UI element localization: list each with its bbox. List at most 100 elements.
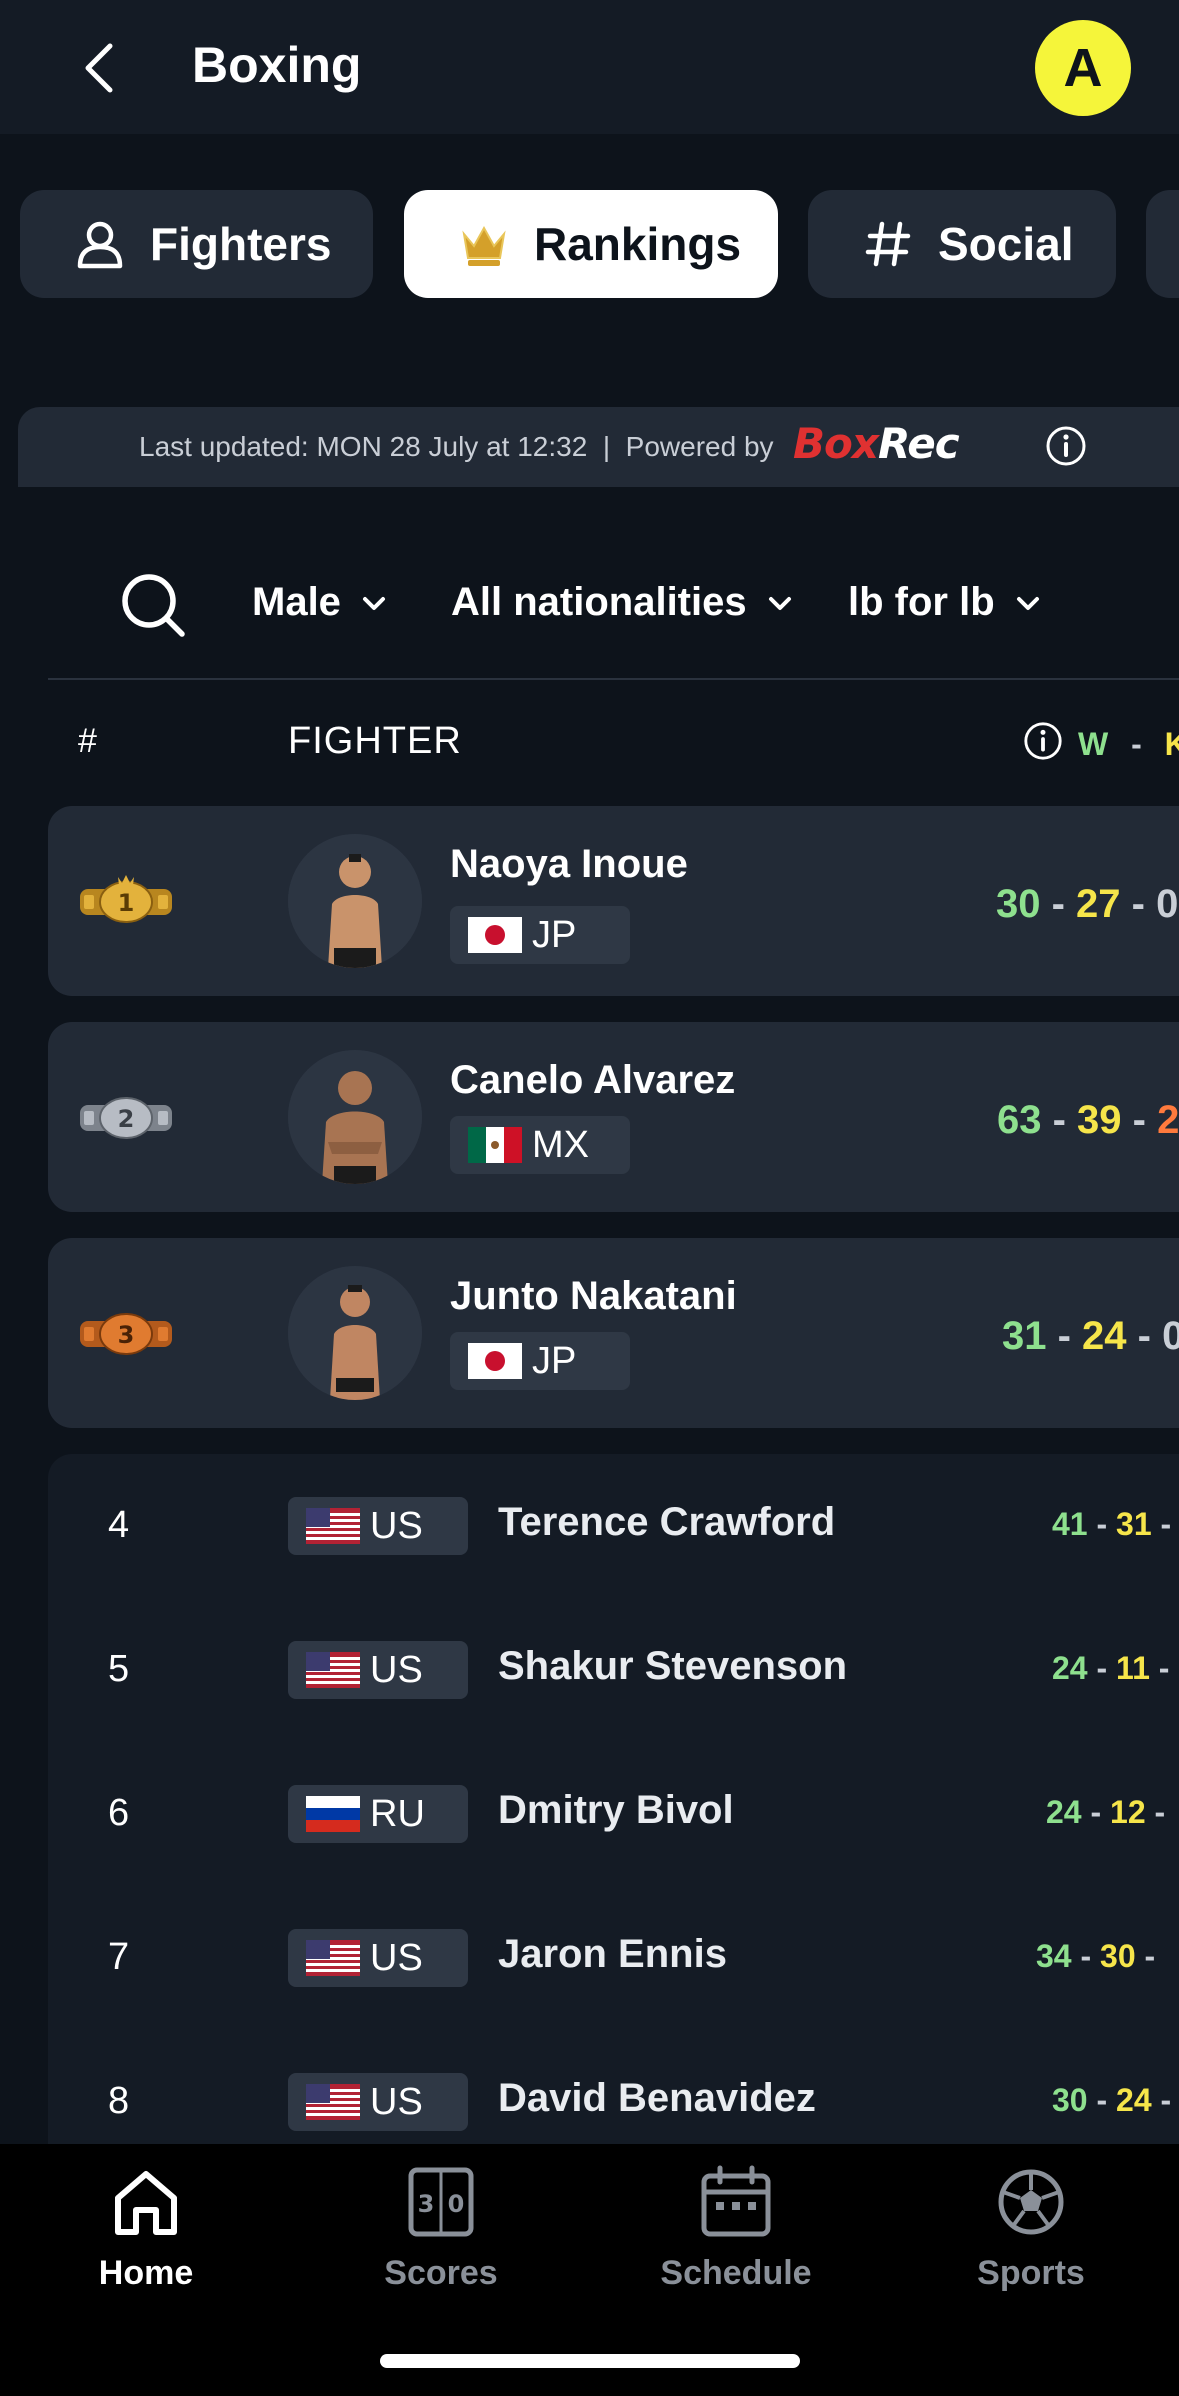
rank-number: 6 (108, 1792, 130, 1834)
flag-mx-icon (468, 1127, 522, 1163)
ranking-card-3[interactable]: 3 Junto Nakatani JP 31 - 24 - 0 (48, 1238, 1179, 1428)
country-code: MX (532, 1123, 589, 1166)
nav-schedule[interactable]: Schedule (636, 2164, 836, 2293)
gender-filter[interactable]: Male (252, 580, 389, 625)
svg-text:3: 3 (418, 2190, 435, 2218)
wins-value: 31 (1002, 1314, 1047, 1358)
country-code: US (370, 1504, 423, 1547)
record-info-icon[interactable] (1022, 720, 1064, 762)
fighter-name: Junto Nakatani (450, 1274, 737, 1318)
flag-us-icon (306, 2084, 360, 2120)
fighter-photo (288, 1266, 422, 1400)
fighter-name: Shakur Stevenson (498, 1644, 848, 1688)
bronze-belt-icon: 3 (80, 1313, 172, 1355)
flag-us-icon (306, 1508, 360, 1544)
fighter-record: 41 - 31 - (1052, 1506, 1172, 1542)
record-column-header: W - K (1078, 726, 1179, 763)
kos-header: K (1164, 726, 1179, 762)
tab-social[interactable]: Social (808, 190, 1116, 298)
fighter-record: 34 - 30 - (1036, 1938, 1156, 1974)
flag-jp-icon (468, 917, 522, 953)
tab-rankings[interactable]: Rankings (404, 190, 778, 298)
tab-fighters-label: Fighters (150, 218, 332, 270)
ranking-card-2[interactable]: 2 Canelo Alvarez MX 63 - 39 - 2 (48, 1022, 1179, 1212)
kos-value: 24 (1082, 1314, 1127, 1358)
dash-separator: - (1131, 726, 1142, 762)
table-row[interactable]: 6 RU Dmitry Bivol 24 - 12 - (48, 1742, 1179, 1886)
rankings-list: 4 US Terence Crawford 41 - 31 - 5 US Sha… (48, 1454, 1179, 2154)
fighter-record: 31 - 24 - 0 (1002, 1314, 1179, 1359)
silver-belt-icon: 2 (80, 1097, 172, 1139)
rank-number: 5 (108, 1648, 130, 1690)
nav-scores[interactable]: 30 Scores (341, 2164, 541, 2293)
nav-home[interactable]: Home (46, 2164, 246, 2293)
back-button[interactable] (70, 30, 130, 106)
country-badge: JP (450, 906, 630, 964)
fighter-name: Dmitry Bivol (498, 1788, 734, 1832)
person-icon (72, 216, 128, 272)
chevron-left-icon (85, 43, 113, 93)
tab-overflow[interactable] (1146, 190, 1179, 298)
nationality-filter-label: All nationalities (451, 580, 747, 624)
tab-fighters[interactable]: Fighters (20, 190, 373, 298)
last-updated-text: Last updated: MON 28 July at 12:32 | Pow… (139, 431, 774, 462)
country-code: JP (532, 1339, 577, 1382)
fighter-name: Canelo Alvarez (450, 1058, 736, 1102)
flag-ru-icon (306, 1796, 360, 1832)
rankings-screen: Boxing A Fighters Rankings Social Last u… (0, 0, 1179, 2396)
fighter-name: Jaron Ennis (498, 1932, 727, 1976)
boxrec-logo: BoxRec (793, 419, 960, 468)
gender-filter-label: Male (252, 580, 341, 624)
fighter-record: 24 - 11 - (1052, 1650, 1170, 1686)
rank-number: 7 (108, 1936, 130, 1978)
nav-scores-label: Scores (384, 2254, 498, 2292)
flag-us-icon (306, 1652, 360, 1688)
ranking-card-1[interactable]: 1 Naoya Inoue JP 30 - 27 - 0 (48, 806, 1179, 996)
svg-text:1: 1 (118, 889, 135, 917)
nav-schedule-label: Schedule (660, 2254, 812, 2292)
nationality-filter[interactable]: All nationalities (451, 580, 795, 625)
rank-number: 8 (108, 2080, 130, 2122)
rank-number: 4 (108, 1504, 130, 1546)
section-tabs: Fighters Rankings Social (0, 190, 1179, 300)
table-row[interactable]: 4 US Terence Crawford 41 - 31 - (48, 1454, 1179, 1598)
country-code: US (370, 1936, 423, 1979)
country-code: JP (532, 913, 577, 956)
fighter-photo (288, 1050, 422, 1184)
chevron-down-icon (1016, 596, 1039, 610)
info-icon[interactable] (1044, 424, 1088, 468)
table-row[interactable]: 5 US Shakur Stevenson 24 - 11 - (48, 1598, 1179, 1742)
losses-value: 0 (1162, 1314, 1179, 1358)
country-badge: US (288, 1641, 468, 1699)
svg-text:2: 2 (118, 1105, 135, 1133)
chevron-down-icon (768, 596, 791, 610)
fighter-record: 30 - 24 - (1052, 2082, 1172, 2118)
nav-sports[interactable]: Sports (931, 2164, 1131, 2293)
svg-text:3: 3 (118, 1321, 135, 1349)
svg-text:0: 0 (448, 2190, 465, 2218)
search-icon[interactable] (118, 570, 188, 640)
hash-icon (860, 216, 916, 272)
kos-value: 39 (1077, 1098, 1122, 1142)
country-badge: RU (288, 1785, 468, 1843)
country-code: US (370, 1648, 423, 1691)
fighter-column-header: FIGHTER (288, 720, 462, 762)
avatar[interactable]: A (1035, 20, 1131, 116)
filter-bar: Male All nationalities lb for lb (48, 540, 1179, 680)
nav-home-label: Home (98, 2254, 194, 2292)
wins-value: 63 (997, 1098, 1042, 1142)
crown-icon (456, 216, 512, 272)
country-badge: US (288, 2073, 468, 2131)
gold-belt-icon: 1 (80, 875, 172, 923)
soccer-ball-icon (998, 2169, 1064, 2235)
nav-sports-label: Sports (977, 2254, 1085, 2292)
flag-jp-icon (468, 1343, 522, 1379)
wins-header: W (1078, 726, 1109, 762)
calendar-icon (701, 2165, 771, 2237)
country-badge: JP (450, 1332, 630, 1390)
division-filter-label: lb for lb (848, 580, 995, 624)
division-filter[interactable]: lb for lb (848, 580, 1043, 625)
table-row[interactable]: 7 US Jaron Ennis 34 - 30 - (48, 1886, 1179, 2030)
country-badge: US (288, 1497, 468, 1555)
country-badge: MX (450, 1116, 630, 1174)
